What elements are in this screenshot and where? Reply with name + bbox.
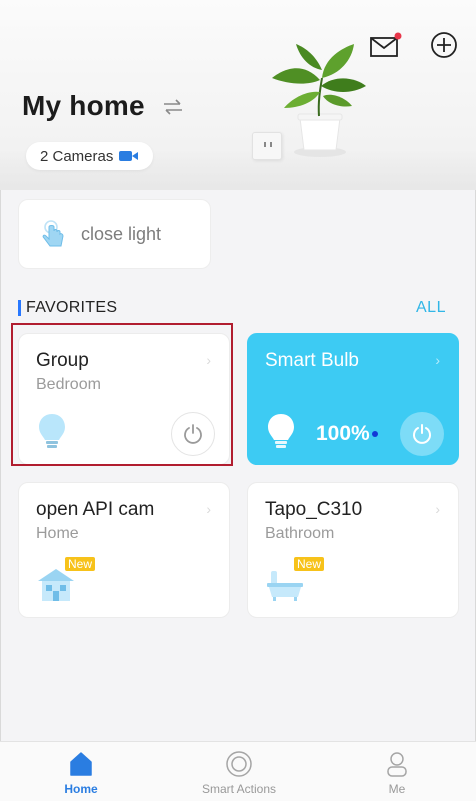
nav-smart-actions-label: Smart Actions (201, 782, 277, 796)
home-title[interactable]: My home (22, 90, 145, 122)
chevron-right-icon: › (435, 501, 440, 517)
favorites-all-link[interactable]: ALL (416, 299, 446, 317)
power-icon (413, 424, 431, 444)
messages-button[interactable] (368, 28, 402, 62)
scene-close-light[interactable]: close light (18, 199, 211, 269)
device-card-smart-bulb[interactable]: Smart Bulb › 100% (247, 333, 459, 465)
device-card-open-api-cam[interactable]: open API cam Home › New (18, 482, 230, 618)
cameras-chip[interactable]: 2 Cameras (26, 142, 154, 170)
new-badge: New (65, 557, 96, 571)
device-name: open API cam (36, 499, 155, 520)
brightness-value: 100% (316, 422, 370, 445)
device-room: Home (36, 525, 79, 542)
favorites-title: FAVORITES (26, 299, 118, 316)
plus-circle-icon (431, 32, 457, 58)
chevron-right-icon: › (435, 352, 440, 368)
device-card-tapo-c310[interactable]: Tapo_C310 Bathroom › New (247, 482, 459, 618)
nav-me-label: Me (388, 782, 406, 796)
scene-label: close light (81, 223, 162, 244)
smart-actions-icon (226, 751, 252, 777)
wall-socket-image (252, 132, 282, 160)
device-name: Smart Bulb (265, 350, 359, 371)
favorites-heading: FAVORITES (18, 299, 117, 317)
nav-home-label: Home (64, 782, 98, 796)
power-button[interactable] (400, 412, 444, 456)
selection-highlight (11, 323, 233, 466)
add-device-button[interactable] (427, 28, 461, 62)
tap-hand-icon (42, 220, 64, 247)
nav-smart-actions[interactable]: Smart Actions (179, 750, 299, 796)
cameras-label: 2 Cameras (40, 147, 114, 165)
video-camera-icon (119, 151, 139, 161)
nav-me[interactable]: Me (337, 750, 457, 796)
device-room: Bathroom (265, 525, 335, 542)
bottom-navigation: Home Smart Actions Me (0, 741, 476, 801)
favorites-accent-bar (18, 300, 21, 316)
home-header: My home 2 Cameras (0, 0, 476, 190)
status-dot (372, 431, 378, 437)
person-icon (387, 752, 407, 777)
swap-arrows-icon[interactable] (162, 98, 184, 116)
home-icon (70, 752, 92, 776)
mail-icon (370, 32, 402, 57)
chevron-right-icon: › (206, 501, 211, 517)
device-name: Tapo_C310 (265, 499, 363, 520)
bulb-icon (268, 414, 294, 448)
nav-home[interactable]: Home (21, 750, 141, 796)
new-badge: New (294, 557, 325, 571)
